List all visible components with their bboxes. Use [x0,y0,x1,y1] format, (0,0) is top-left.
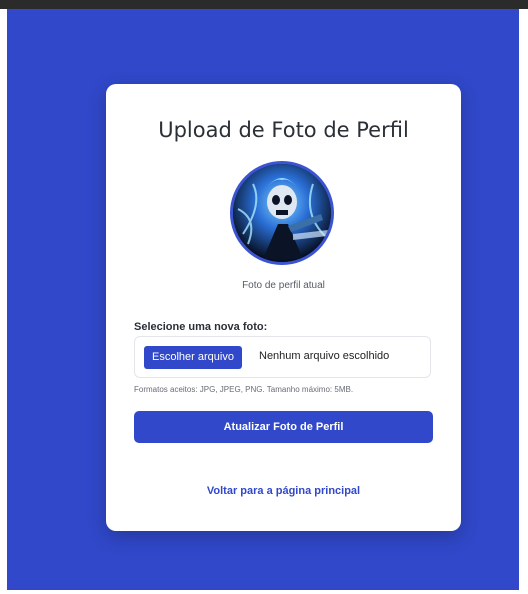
profile-photo-image [233,164,331,262]
back-to-home-link[interactable]: Voltar para a página principal [106,485,461,497]
avatar-caption: Foto de perfil atual [242,280,325,291]
profile-avatar [230,161,334,265]
formats-note: Formatos aceitos: JPG, JPEG, PNG. Tamanh… [134,385,354,394]
update-photo-button[interactable]: Atualizar Foto de Perfil [134,411,433,443]
browser-top-bar [0,0,528,9]
file-status-text: Nenhum arquivo escolhido [259,350,390,362]
choose-file-button[interactable]: Escolher arquivo [144,346,242,369]
file-input[interactable]: Escolher arquivo Nenhum arquivo escolhid… [134,336,431,378]
upload-card: Upload de Foto de Perfil Foto de perfil … [106,84,461,531]
page-title: Upload de Foto de Perfil [158,118,409,142]
file-input-label: Selecione uma nova foto: [134,321,268,333]
window-frame: Upload de Foto de Perfil Foto de perfil … [0,9,528,594]
page-background: Upload de Foto de Perfil Foto de perfil … [7,9,519,590]
